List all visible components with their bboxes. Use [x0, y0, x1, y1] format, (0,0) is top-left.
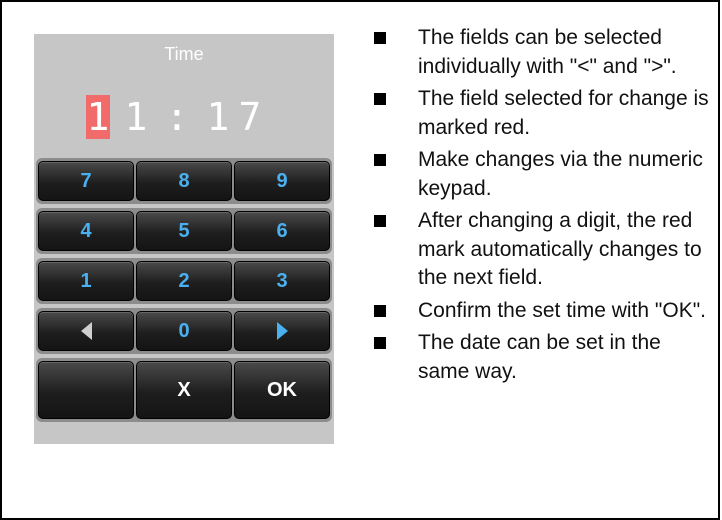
instruction-item: Make changes via the numeric keypad.	[374, 146, 716, 203]
right-arrow-icon	[276, 322, 288, 340]
hour-tens-digit[interactable]: 1	[86, 95, 110, 139]
key-7[interactable]: 7	[38, 161, 134, 201]
ok-button[interactable]: OK	[234, 361, 330, 419]
key-3[interactable]: 3	[234, 261, 330, 301]
instruction-text: The date can be set in the same way.	[418, 331, 661, 383]
instruction-item: The date can be set in the same way.	[374, 329, 716, 386]
instruction-text: After changing a digit, the red mark aut…	[418, 209, 702, 289]
key-1[interactable]: 1	[38, 261, 134, 301]
instruction-text: The fields can be selected individually …	[418, 26, 677, 78]
instruction-item: The fields can be selected individually …	[374, 24, 716, 81]
instruction-item: After changing a digit, the red mark aut…	[374, 207, 716, 293]
instruction-text: Make changes via the numeric keypad.	[418, 148, 703, 200]
key-0[interactable]: 0	[136, 311, 232, 351]
minute-ones-digit[interactable]: 7	[234, 95, 266, 139]
bullet-icon	[374, 154, 386, 166]
keypad-row: 1 2 3	[36, 258, 332, 304]
bullet-icon	[374, 304, 386, 317]
bullet-icon	[374, 32, 386, 44]
key-2[interactable]: 2	[136, 261, 232, 301]
panel-title: Time	[164, 44, 204, 64]
hour-ones-digit[interactable]: 1	[120, 95, 152, 139]
blank-key[interactable]	[38, 361, 134, 419]
instruction-item: The field selected for change is marked …	[374, 85, 716, 142]
keypad-action-row: X OK	[36, 358, 332, 422]
bullet-icon	[374, 215, 386, 227]
keypad-nav-row: 0	[36, 308, 332, 354]
instruction-text: The field selected for change is marked …	[418, 87, 709, 139]
instruction-text: Confirm the set time with "OK".	[418, 298, 706, 322]
cancel-button[interactable]: X	[136, 361, 232, 419]
time-display: 1 1 : 1 7	[86, 94, 266, 140]
time-set-panel: Time 1 1 : 1 7 7 8 9 4 5 6 1 2 3 0 X OK	[34, 34, 334, 444]
figure-frame: Time 1 1 : 1 7 7 8 9 4 5 6 1 2 3 0 X OK …	[0, 0, 720, 520]
keypad-row: 4 5 6	[36, 208, 332, 254]
keypad-row: 7 8 9	[36, 158, 332, 204]
instructions-list: The fields can be selected individually …	[374, 24, 716, 390]
instruction-item: Confirm the set time with "OK".	[374, 297, 716, 326]
bullet-icon	[374, 337, 386, 349]
time-separator: :	[165, 95, 189, 139]
key-8[interactable]: 8	[136, 161, 232, 201]
key-4[interactable]: 4	[38, 211, 134, 251]
key-5[interactable]: 5	[136, 211, 232, 251]
minute-tens-digit[interactable]: 1	[202, 95, 234, 139]
key-9[interactable]: 9	[234, 161, 330, 201]
bullet-icon	[374, 93, 386, 105]
previous-field-button[interactable]	[38, 311, 134, 351]
numeric-keypad: 7 8 9 4 5 6 1 2 3 0 X OK	[36, 158, 332, 426]
key-6[interactable]: 6	[234, 211, 330, 251]
next-field-button[interactable]	[234, 311, 330, 351]
left-arrow-icon	[80, 322, 92, 340]
